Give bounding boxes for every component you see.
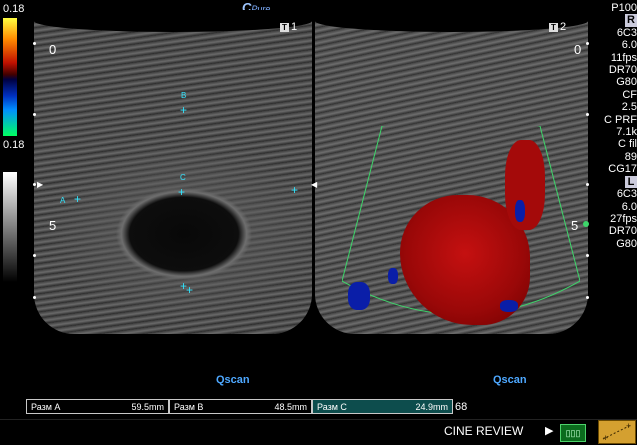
doppler-flow-blue <box>388 268 398 284</box>
param-dr: DR70 <box>608 64 637 77</box>
caliper-a-left[interactable]: + <box>74 193 81 205</box>
caliper-a-right[interactable]: + <box>291 184 298 196</box>
depth-tick <box>586 296 589 299</box>
transducer-icon: T <box>549 23 558 32</box>
param-probe: 6C3 <box>616 26 637 39</box>
caliper-c-bottom[interactable]: + <box>186 284 193 296</box>
param-cg: CG17 <box>608 163 637 176</box>
svg-text:+: + <box>603 433 608 443</box>
param-gain-2: G80 <box>616 237 637 250</box>
doppler-flow-blue <box>348 282 370 310</box>
bottom-divider <box>0 419 637 420</box>
caliper-c-top[interactable]: + <box>178 186 185 198</box>
param-gain: G80 <box>616 76 637 89</box>
param-freq-2: 6.0 <box>621 200 637 213</box>
param-view-r: R <box>594 14 637 27</box>
measurement-c[interactable]: Разм C 24.9mm <box>312 399 453 414</box>
caliper-b-top[interactable]: + <box>180 104 187 116</box>
measurement-a[interactable]: Разм A 59.5mm <box>26 399 169 414</box>
orientation-arrow-icon: ▶ <box>37 180 44 189</box>
param-probe-2: 6C3 <box>616 188 637 201</box>
probe-face-left <box>34 10 312 32</box>
qscan-label-right: Qscan <box>493 374 527 386</box>
depth-tick <box>586 254 589 257</box>
play-icon[interactable]: ▶ <box>545 424 553 437</box>
doppler-flow-blue <box>500 300 518 312</box>
param-fps: 11fps <box>610 51 637 64</box>
doppler-flow-blue <box>515 200 525 222</box>
depth-tick <box>33 296 36 299</box>
view-badge-2: T2 <box>549 21 566 33</box>
depth-tick <box>586 42 589 45</box>
view-badge-1: T1 <box>280 21 297 33</box>
qscan-label-left: Qscan <box>216 374 250 386</box>
focus-marker <box>583 221 589 227</box>
depth-tick <box>33 113 36 116</box>
depth-tick <box>33 42 36 45</box>
param-cf-val: 2.5 <box>621 101 637 114</box>
velocity-scale-bottom: 0.18 <box>3 139 25 151</box>
caliper-label-a: A <box>60 196 66 205</box>
param-dr-2: DR70 <box>608 225 637 238</box>
velocity-scale-top: 0.18 <box>3 3 25 15</box>
param-power: P100 <box>611 2 637 14</box>
cine-loop-button[interactable]: ▯▯▯ <box>560 424 586 442</box>
grayscale-bar <box>3 172 17 282</box>
param-fil-val: 89 <box>624 150 637 163</box>
param-freq: 6.0 <box>621 39 637 52</box>
trace-tool-button[interactable]: + + <box>598 420 636 444</box>
orientation-arrow-icon: ◀ <box>311 180 318 189</box>
probe-face-right <box>315 10 588 32</box>
caliper-label-b: B <box>181 91 187 100</box>
depth-tick <box>586 113 589 116</box>
frame-count: 68 <box>455 401 468 413</box>
cine-review-label: CINE REVIEW <box>444 424 524 438</box>
param-prf-val: 7.1k <box>616 126 637 139</box>
depth-tick <box>586 183 589 186</box>
measurement-b[interactable]: Разм B 48.5mm <box>169 399 312 414</box>
transducer-icon: T <box>280 23 289 32</box>
color-velocity-bar <box>3 18 17 136</box>
param-c-prf: C PRF <box>604 113 637 126</box>
depth-marker-0-left: 0 <box>49 42 57 57</box>
param-cf: CF <box>622 88 637 101</box>
depth-tick <box>33 254 36 257</box>
caliper-label-c: C <box>180 173 186 182</box>
doppler-flow-red <box>505 140 545 230</box>
svg-text:+: + <box>626 421 631 431</box>
param-view-l: L <box>594 175 637 189</box>
imaging-parameters: P100 R 6C3 6.0 11fps DR70 G80 CF 2.5 C P… <box>594 2 637 250</box>
depth-marker-0-right: 0 <box>574 42 582 57</box>
param-fps-2: 27fps <box>610 212 637 225</box>
depth-tick <box>33 183 36 186</box>
param-c-fil: C fil <box>618 138 637 151</box>
depth-marker-5-left: 5 <box>49 218 57 233</box>
bmode-image-left[interactable] <box>34 10 312 334</box>
